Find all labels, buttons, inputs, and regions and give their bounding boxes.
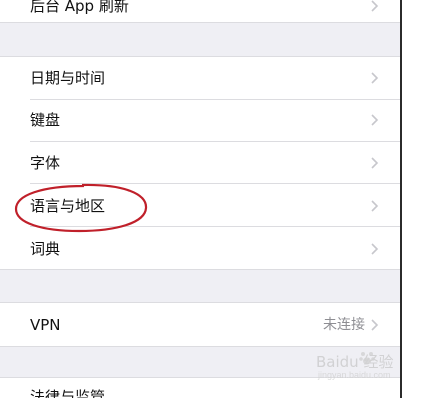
settings-row-label: VPN [30, 316, 61, 334]
settings-row-label: 键盘 [30, 111, 61, 129]
settings-row-background-app-refresh[interactable]: 后台 App 刷新 [0, 0, 400, 23]
chevron-right-icon [371, 243, 379, 255]
row-separator [0, 346, 400, 347]
chevron-right-icon [371, 114, 379, 126]
settings-row-fonts[interactable]: 字体 [0, 142, 400, 184]
settings-row-label: 法律与监管 [30, 388, 106, 398]
row-separator [0, 22, 400, 23]
settings-screen: 后台 App 刷新 日期与时间 键盘 字体 语言与地区 词典 VPN 未连接 法… [0, 0, 402, 398]
vpn-status-value: 未连接 [323, 317, 365, 333]
settings-row-label: 日期与时间 [30, 69, 106, 87]
chevron-right-icon [371, 200, 379, 212]
settings-row-label: 语言与地区 [30, 197, 106, 215]
watermark-text: Baidu 经验 [316, 353, 394, 371]
right-margin [402, 0, 429, 398]
chevron-right-icon [371, 157, 379, 169]
settings-row-language-region[interactable]: 语言与地区 [0, 184, 400, 227]
chevron-right-icon [371, 0, 379, 12]
chevron-right-icon [371, 72, 379, 84]
settings-row-label: 后台 App 刷新 [30, 0, 129, 15]
row-separator [0, 269, 400, 270]
settings-row-label: 字体 [30, 154, 61, 172]
settings-row-label: 词典 [30, 240, 61, 258]
paw-icon [359, 352, 375, 365]
settings-row-date-time[interactable]: 日期与时间 [0, 57, 400, 100]
settings-row-keyboard[interactable]: 键盘 [0, 100, 400, 142]
settings-row-vpn[interactable]: VPN 未连接 [0, 303, 400, 347]
settings-row-legal[interactable]: 法律与监管 [0, 378, 400, 398]
settings-row-dictionary[interactable]: 词典 [0, 227, 400, 270]
chevron-right-icon [371, 319, 379, 331]
